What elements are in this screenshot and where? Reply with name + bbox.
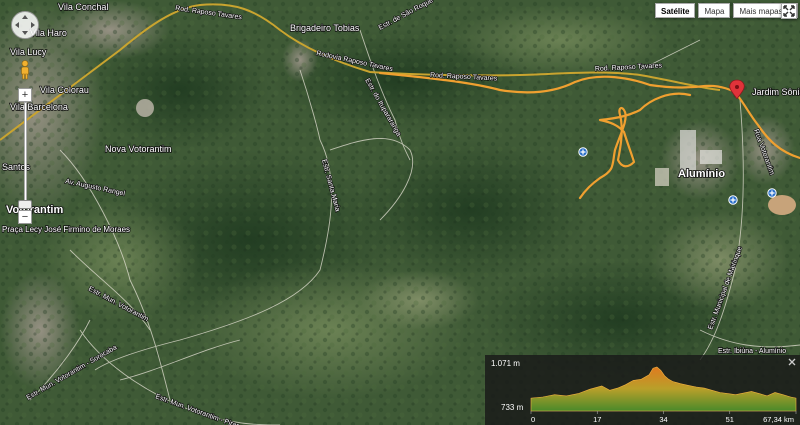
map-button[interactable]: Mapa bbox=[698, 3, 731, 18]
street-view-pegman-icon[interactable] bbox=[19, 60, 31, 80]
poi-marker[interactable] bbox=[578, 147, 588, 157]
factory-building bbox=[680, 130, 696, 170]
factory-building bbox=[655, 168, 669, 186]
fullscreen-button[interactable] bbox=[781, 3, 797, 19]
x-tick-label: 51 bbox=[726, 415, 734, 424]
x-tick-label: 17 bbox=[593, 415, 601, 424]
town-label: Vila Barcelona bbox=[10, 102, 68, 112]
zoom-slider-track[interactable] bbox=[24, 102, 27, 202]
x-tick-label: 67,34 km bbox=[763, 415, 794, 424]
more-maps-label: Mais mapas bbox=[739, 7, 783, 16]
map-type-control: Satélite Mapa Mais mapas▼ bbox=[655, 3, 798, 18]
pan-control[interactable] bbox=[11, 11, 39, 39]
zoom-out-button[interactable]: − bbox=[18, 210, 32, 224]
town-label: Brigadeiro Tobias bbox=[290, 23, 360, 33]
town-label: Nova Votorantim bbox=[105, 144, 172, 154]
x-tick-label: 34 bbox=[659, 415, 667, 424]
town-label: Votorantim bbox=[6, 204, 63, 216]
elevation-area bbox=[530, 366, 797, 412]
town-label: Vila Conchal bbox=[58, 2, 108, 12]
zoom-slider-thumb[interactable] bbox=[18, 200, 32, 209]
road-label: Estr. Ibiúna - Alumínio bbox=[718, 348, 786, 355]
fullscreen-icon bbox=[783, 5, 795, 17]
town-label: Praça Lecy José Firmino de Moraes bbox=[2, 225, 130, 234]
satellite-button[interactable]: Satélite bbox=[655, 3, 696, 18]
quarry bbox=[136, 99, 154, 117]
town-label: Vila Colorau bbox=[40, 85, 89, 95]
elevation-profile-panel[interactable]: 1.071 m 733 m 0 17 34 51 67,34 km bbox=[485, 355, 800, 425]
sports-field bbox=[768, 195, 796, 215]
zoom-in-button[interactable]: + bbox=[18, 88, 32, 102]
town-label: Vila Lucy bbox=[10, 47, 47, 57]
town-label: Jardim Sônia Maria bbox=[752, 87, 800, 97]
factory-building bbox=[700, 150, 722, 164]
town-label: Alumínio bbox=[678, 168, 725, 180]
poi-marker[interactable] bbox=[728, 195, 738, 205]
pan-arrows-icon bbox=[15, 15, 35, 35]
x-tick-label: 0 bbox=[531, 415, 535, 424]
poi-marker[interactable] bbox=[767, 188, 777, 198]
elevation-chart: 0 17 34 51 67,34 km bbox=[530, 366, 797, 424]
